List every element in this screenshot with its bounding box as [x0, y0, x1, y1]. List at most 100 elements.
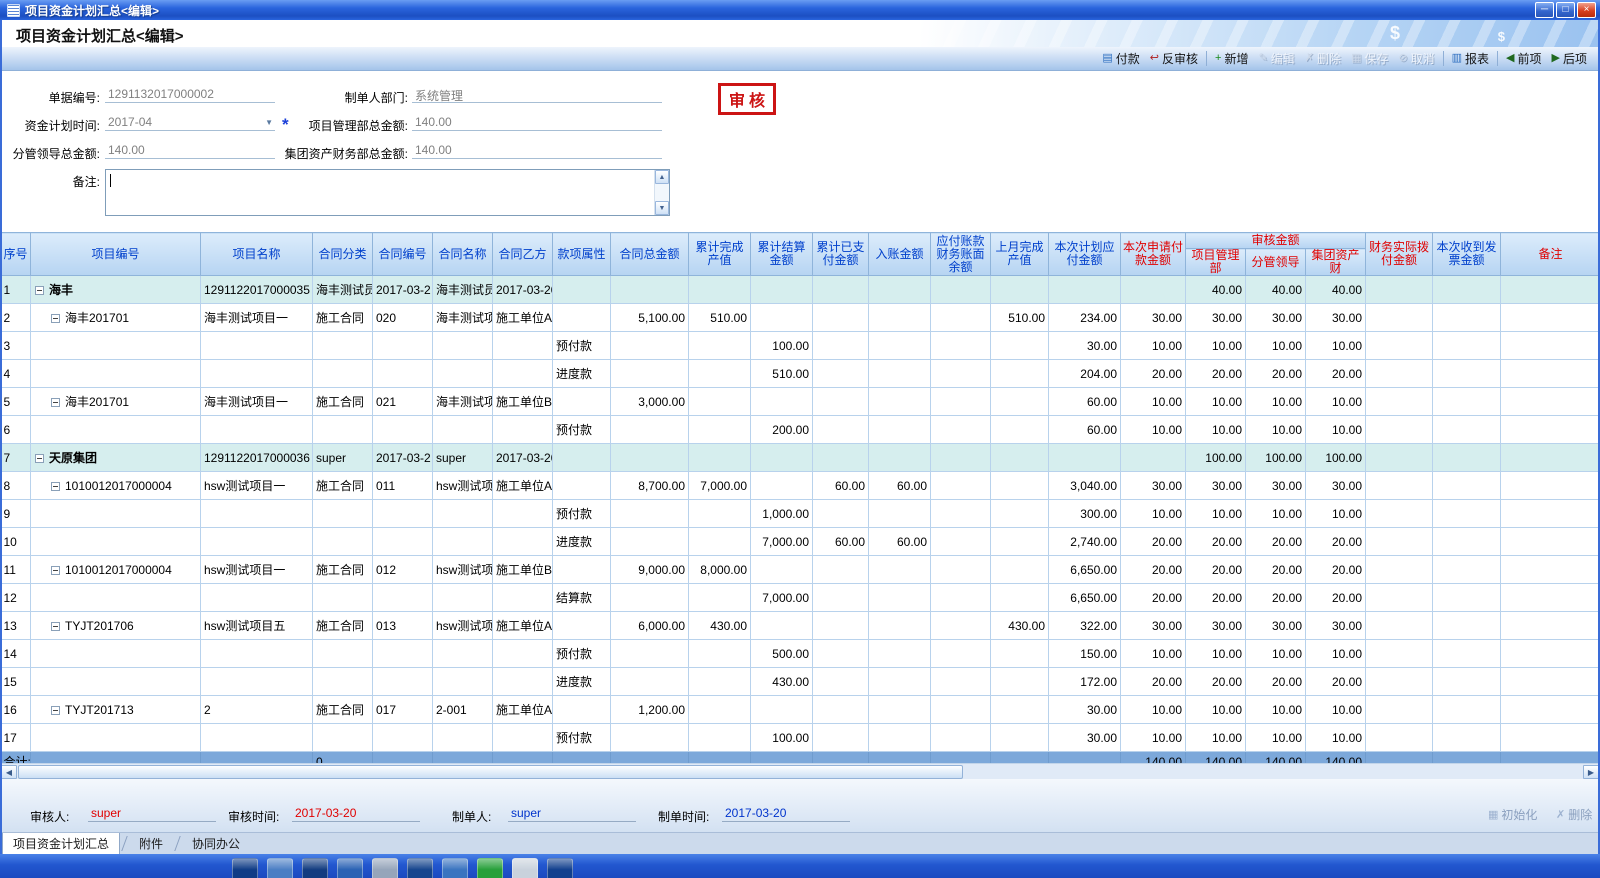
grid-cell[interactable]: 7,000.00 [689, 472, 751, 500]
grid-cell[interactable]: 10.00 [1186, 388, 1246, 416]
taskbar-app-icon[interactable] [512, 858, 538, 878]
grid-cell[interactable] [493, 640, 553, 668]
table-row[interactable]: 13TYJT201706hsw测试项目五施工合同013hsw测试项目施工单位A6… [1, 612, 1600, 640]
grid-cell[interactable]: 011 [373, 472, 433, 500]
grid-cell[interactable] [373, 668, 433, 696]
taskbar-app-icon[interactable] [232, 858, 258, 878]
grid-cell[interactable]: 012 [373, 556, 433, 584]
grid-cell[interactable] [611, 528, 689, 556]
grid-cell[interactable]: 10.00 [1121, 640, 1186, 668]
grid-cell[interactable] [1433, 696, 1501, 724]
grid-cell[interactable] [751, 696, 813, 724]
grid-cell[interactable] [1049, 276, 1121, 304]
grid-cell[interactable]: 3 [1, 332, 31, 360]
grid-cell[interactable]: 200.00 [751, 416, 813, 444]
grid-cell[interactable] [931, 724, 991, 752]
grid-cell[interactable] [313, 640, 373, 668]
grid-cell[interactable]: 5,100.00 [611, 304, 689, 332]
grid-cell[interactable] [931, 556, 991, 584]
grid-cell[interactable]: 30.00 [1306, 304, 1366, 332]
grid-cell[interactable] [869, 584, 931, 612]
grid-cell[interactable] [493, 724, 553, 752]
grid-cell[interactable] [433, 360, 493, 388]
grid-cell[interactable]: 100.00 [1186, 444, 1246, 472]
table-row[interactable]: 6预付款200.0060.0010.0010.0010.0010.00 [1, 416, 1600, 444]
grid-cell[interactable]: 510.00 [991, 304, 1049, 332]
tab-collaboration[interactable]: 协同办公 [182, 833, 250, 854]
grid-cell[interactable]: 2-001 [433, 696, 493, 724]
grid-cell[interactable] [433, 724, 493, 752]
grid-cell[interactable] [553, 612, 611, 640]
tab-summary[interactable]: 项目资金计划汇总 [2, 833, 120, 854]
grid-cell[interactable] [313, 528, 373, 556]
grid-cell[interactable]: 100.00 [1246, 444, 1306, 472]
grid-cell[interactable] [1433, 416, 1501, 444]
grid-cell[interactable]: 10.00 [1121, 388, 1186, 416]
grid-cell[interactable] [201, 500, 313, 528]
grid-cell[interactable]: 1010012017000004 [31, 472, 201, 500]
grid-cell[interactable] [991, 668, 1049, 696]
tree-collapse-icon[interactable] [51, 398, 60, 407]
grid-cell[interactable]: 40.00 [1186, 276, 1246, 304]
grid-cell[interactable] [611, 668, 689, 696]
grid-cell[interactable]: 10.00 [1186, 500, 1246, 528]
grid-cell[interactable] [1366, 500, 1433, 528]
grid-cell[interactable] [433, 500, 493, 528]
grid-cell[interactable] [313, 584, 373, 612]
grid-cell[interactable] [493, 360, 553, 388]
grid-cell[interactable]: 021 [373, 388, 433, 416]
table-row[interactable]: 12结算款7,000.006,650.0020.0020.0020.0020.0… [1, 584, 1600, 612]
grid-cell[interactable] [31, 360, 201, 388]
grid-cell[interactable] [1501, 472, 1600, 500]
grid-cell[interactable]: 204.00 [1049, 360, 1121, 388]
grid-cell[interactable]: 1291122017000035 [201, 276, 313, 304]
grid-cell[interactable]: 15 [1, 668, 31, 696]
grid-cell[interactable]: 30.00 [1246, 304, 1306, 332]
grid-cell[interactable]: hsw测试项目 [433, 556, 493, 584]
grid-cell[interactable] [991, 388, 1049, 416]
tree-collapse-icon[interactable] [51, 566, 60, 575]
grid-cell[interactable]: 8 [1, 472, 31, 500]
grid-cell[interactable] [31, 528, 201, 556]
grid-cell[interactable] [931, 584, 991, 612]
grid-cell[interactable]: 施工合同 [313, 388, 373, 416]
grid-cell[interactable] [991, 332, 1049, 360]
grid-cell[interactable]: 海丰201701 [31, 388, 201, 416]
grid-cell[interactable] [1501, 360, 1600, 388]
grid-cell[interactable]: 013 [373, 612, 433, 640]
grid-cell[interactable] [1501, 444, 1600, 472]
grid-cell[interactable] [689, 668, 751, 696]
grid-cell[interactable] [553, 276, 611, 304]
grid-cell[interactable]: 10.00 [1186, 332, 1246, 360]
grid-cell[interactable]: 10.00 [1121, 416, 1186, 444]
grid-cell[interactable] [373, 724, 433, 752]
grid-cell[interactable] [813, 640, 869, 668]
grid-cell[interactable]: super [433, 444, 493, 472]
grid-cell[interactable]: 20.00 [1186, 668, 1246, 696]
taskbar-app-icon[interactable] [302, 858, 328, 878]
grid-cell[interactable] [313, 724, 373, 752]
grid-cell[interactable] [813, 444, 869, 472]
grid-cell[interactable] [1501, 276, 1600, 304]
add-button[interactable]: +新增 [1210, 48, 1253, 69]
grid-cell[interactable] [1366, 612, 1433, 640]
grid-cell[interactable]: 预付款 [553, 640, 611, 668]
grid-cell[interactable] [553, 556, 611, 584]
grid-cell[interactable]: 3,040.00 [1049, 472, 1121, 500]
grid-cell[interactable] [991, 276, 1049, 304]
grid-cell[interactable]: 20.00 [1186, 584, 1246, 612]
grid-cell[interactable] [1433, 584, 1501, 612]
grid-cell[interactable] [991, 584, 1049, 612]
grid-cell[interactable]: 4 [1, 360, 31, 388]
grid-cell[interactable]: 施工单位A [493, 472, 553, 500]
grid-cell[interactable]: 海丰测试项 [433, 304, 493, 332]
grid-cell[interactable]: 20.00 [1121, 360, 1186, 388]
grid-cell[interactable]: 10.00 [1246, 332, 1306, 360]
grid-cell[interactable] [689, 360, 751, 388]
grid-cell[interactable] [201, 332, 313, 360]
tree-collapse-icon[interactable] [51, 482, 60, 491]
grid-cell[interactable]: super [313, 444, 373, 472]
grid-cell[interactable] [1433, 640, 1501, 668]
grid-cell[interactable] [689, 500, 751, 528]
maximize-icon[interactable]: □ [1556, 2, 1575, 18]
